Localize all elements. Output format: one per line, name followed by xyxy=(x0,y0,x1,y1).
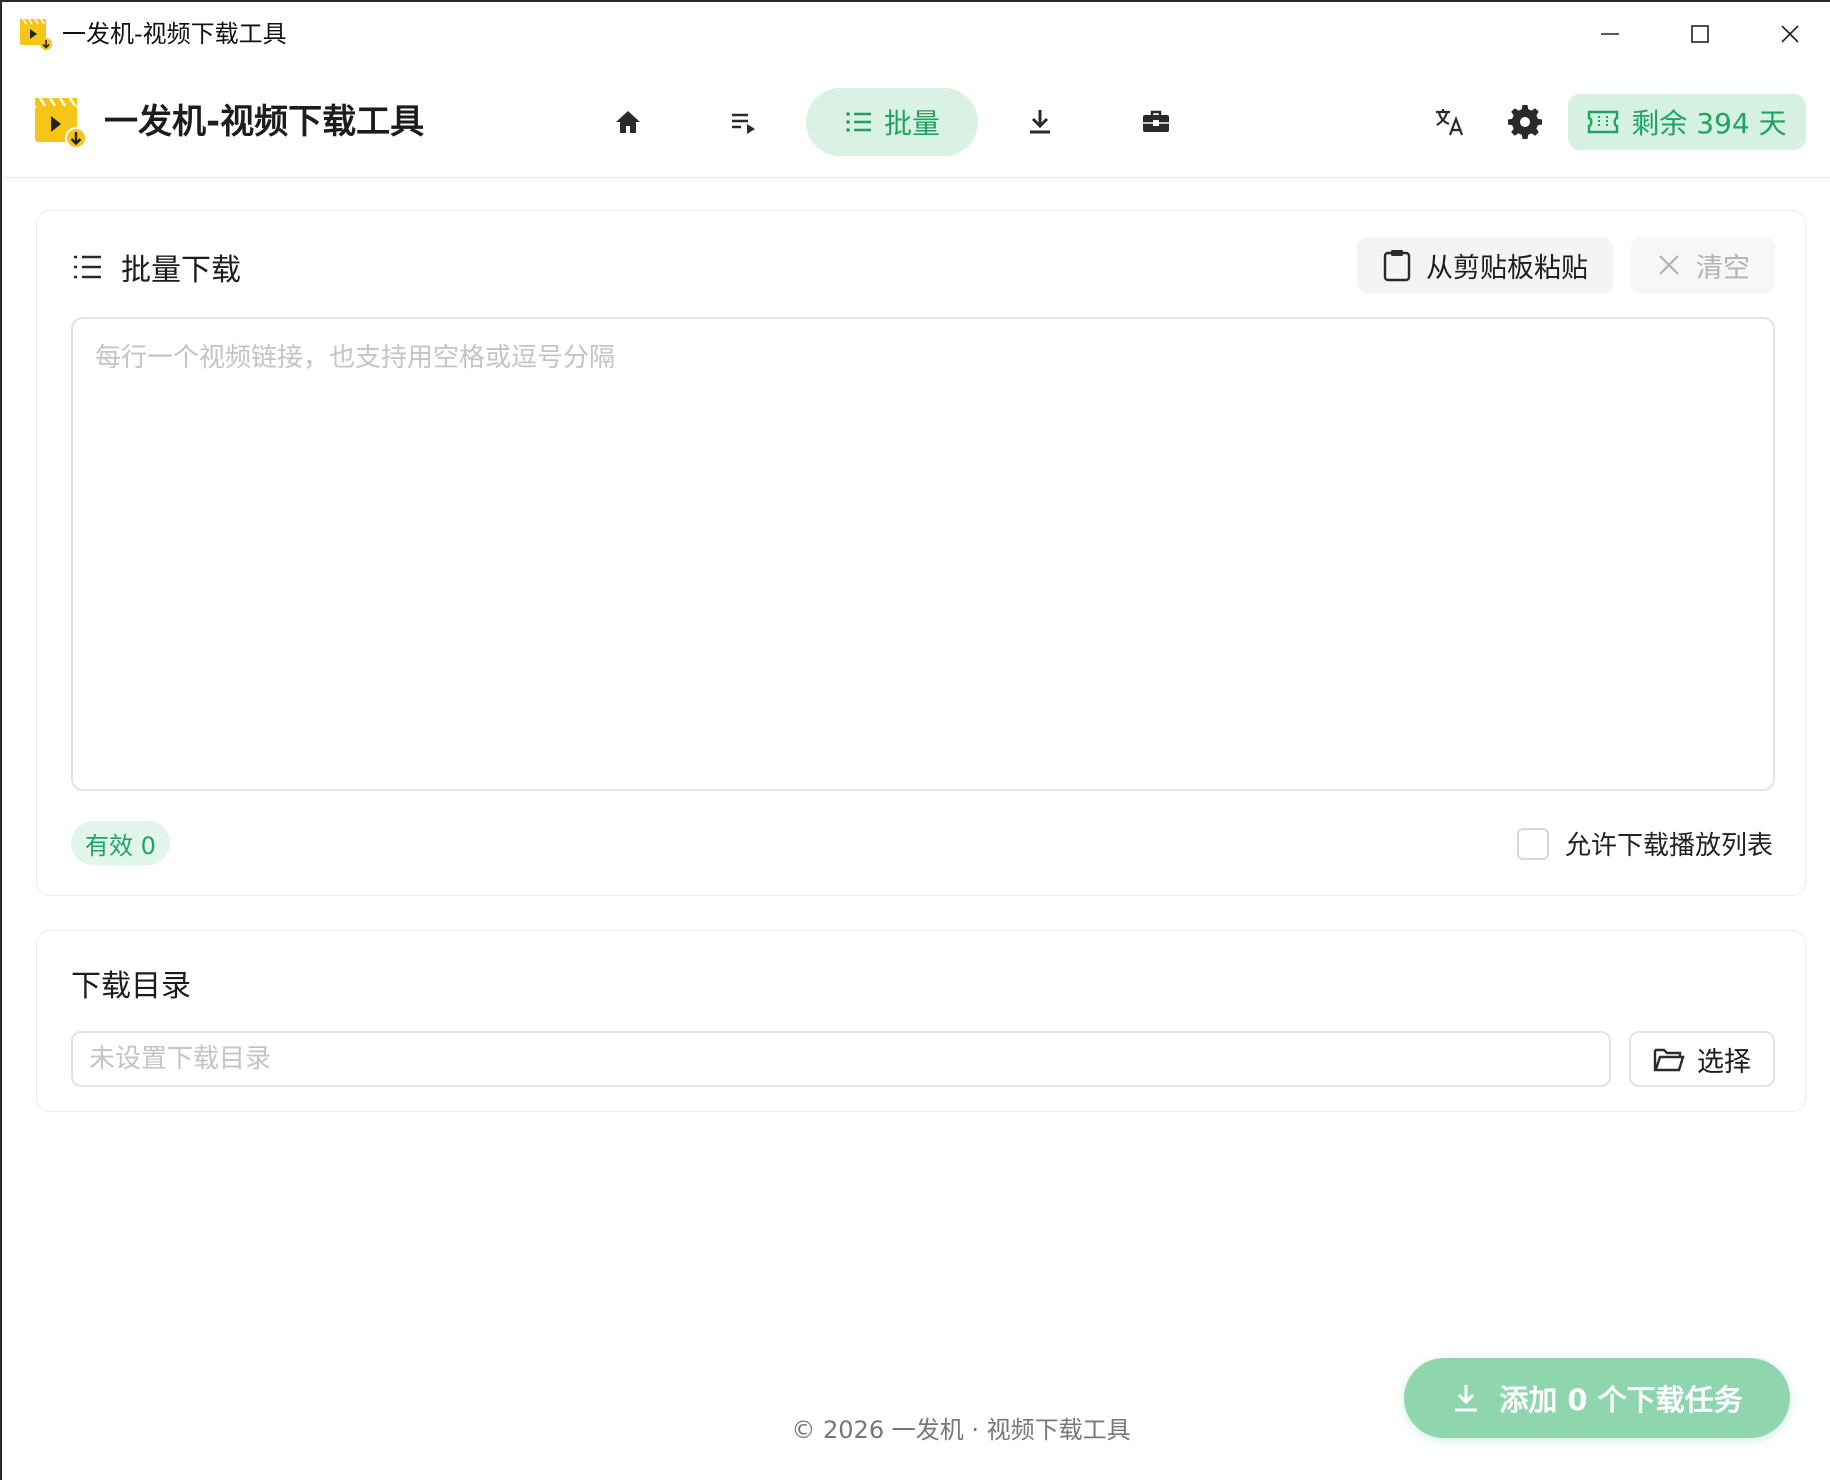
clear-label: 清空 xyxy=(1696,252,1750,284)
download-directory-card: 下载目录 选择 xyxy=(36,930,1806,1112)
download-icon xyxy=(1030,110,1050,134)
add-task-label: 添加 0 个下载任务 xyxy=(1499,1383,1743,1417)
video-links-textarea[interactable] xyxy=(71,317,1775,791)
batch-download-card: 批量下载 从剪贴板粘贴 清空 有效 0 允许下载播放列表 xyxy=(36,210,1806,896)
nav-home-button[interactable] xyxy=(592,88,664,156)
gear-icon xyxy=(1508,105,1542,139)
settings-button[interactable] xyxy=(1499,96,1551,148)
choose-label: 选择 xyxy=(1697,1046,1751,1078)
home-icon xyxy=(616,111,640,133)
clipboard-icon xyxy=(1383,250,1411,282)
license-days-label: 剩余 394 天 xyxy=(1631,107,1787,140)
minimize-button[interactable] xyxy=(1565,2,1655,66)
download-icon xyxy=(1455,1385,1478,1412)
batch-download-title: 批量下载 xyxy=(71,245,241,289)
batch-download-title-text: 批量下载 xyxy=(121,253,241,288)
copyright-text: © 2026 一发机 · 视频下载工具 xyxy=(791,1416,1131,1444)
app-window: 一发机-视频下载工具 一发机-视频下载工具 批量 剩余 394 天 批量下载 从… xyxy=(0,0,1830,1480)
minimize-icon xyxy=(1601,33,1619,35)
license-days-badge[interactable]: 剩余 394 天 xyxy=(1568,94,1806,150)
window-title: 一发机-视频下载工具 xyxy=(62,20,287,48)
paste-label: 从剪贴板粘贴 xyxy=(1426,252,1588,284)
maximize-icon xyxy=(1691,25,1709,43)
paste-from-clipboard-button[interactable]: 从剪贴板粘贴 xyxy=(1357,237,1613,293)
translate-icon xyxy=(1436,109,1464,136)
nav-download-button[interactable] xyxy=(1004,88,1076,156)
ticket-icon xyxy=(1588,110,1619,134)
allow-playlist-option[interactable]: 允许下载播放列表 xyxy=(1517,825,1773,862)
folder-open-icon xyxy=(1653,1048,1685,1072)
nav-queue-button[interactable] xyxy=(708,88,780,156)
nav-batch-tab[interactable]: 批量 xyxy=(806,88,978,156)
close-button[interactable] xyxy=(1745,2,1830,66)
title-bar: 一发机-视频下载工具 xyxy=(2,2,1830,66)
language-button[interactable] xyxy=(1424,96,1476,148)
allow-playlist-label: 允许下载播放列表 xyxy=(1565,831,1774,861)
app-logo-icon xyxy=(35,97,87,149)
queue-icon xyxy=(732,113,755,134)
valid-count-label: 有效 0 xyxy=(85,831,156,860)
app-name: 一发机-视频下载工具 xyxy=(104,102,425,142)
download-directory-input[interactable] xyxy=(71,1031,1611,1087)
close-icon xyxy=(1781,25,1799,43)
app-header: 一发机-视频下载工具 批量 剩余 394 天 xyxy=(2,66,1830,178)
app-logo-icon xyxy=(20,18,52,50)
add-download-task-button[interactable]: 添加 0 个下载任务 xyxy=(1404,1358,1790,1438)
clear-button[interactable]: 清空 xyxy=(1631,237,1775,293)
list-icon xyxy=(74,255,101,279)
close-icon xyxy=(1659,255,1679,275)
nav-batch-label: 批量 xyxy=(883,107,940,140)
nav-tools-button[interactable] xyxy=(1120,88,1192,156)
list-icon xyxy=(846,112,871,132)
maximize-button[interactable] xyxy=(1655,2,1745,66)
toolbox-icon xyxy=(1143,110,1169,132)
choose-directory-button[interactable]: 选择 xyxy=(1629,1031,1775,1087)
allow-playlist-checkbox[interactable] xyxy=(1517,827,1549,860)
download-directory-title: 下载目录 xyxy=(71,969,191,1004)
valid-count-badge: 有效 0 xyxy=(71,821,170,865)
